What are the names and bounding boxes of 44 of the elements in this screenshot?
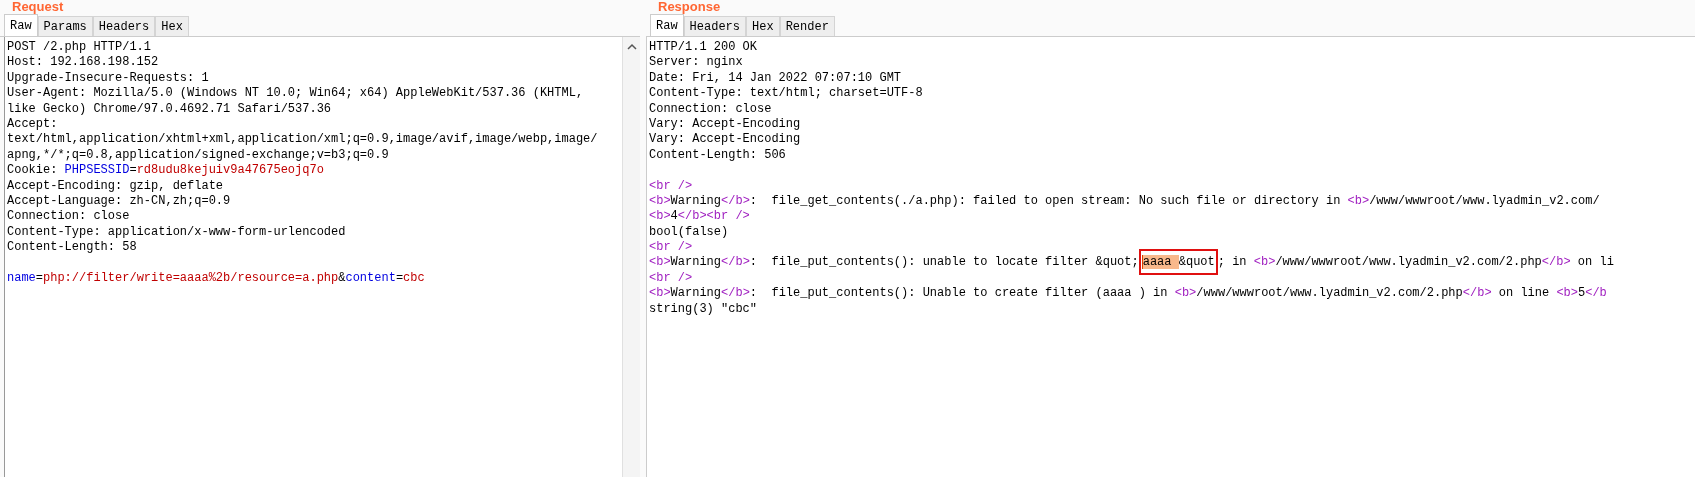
- scrollbar[interactable]: [622, 37, 640, 477]
- code-line: bool(false): [649, 224, 730, 241]
- code-line: Accept-Language: zh-CN,zh;q=0.9: [7, 193, 232, 210]
- code-line: Server: nginx: [649, 55, 744, 71]
- code-line: Upgrade-Insecure-Requests: 1: [7, 70, 210, 87]
- tab[interactable]: Raw: [650, 14, 684, 36]
- code-line: HTTP/1.1 200 OK: [649, 40, 759, 56]
- code-line: Vary: Accept-Encoding: [649, 132, 802, 148]
- code-line: <b>4</b><br />: [649, 209, 751, 225]
- tab[interactable]: Render: [779, 16, 835, 36]
- code-line: POST /2.php HTTP/1.1: [7, 40, 153, 56]
- code-line: Host: 192.168.198.152: [7, 55, 160, 71]
- code-line: Content-Length: 506: [649, 147, 787, 164]
- code-line: <b>Warning</b>: file_put_contents(): unable to locate filter &quot; aaaa &quot ; in <b>/www/wwwroot/www.lyadmin_v2.com/2.php</b> on li: [649, 255, 1615, 271]
- code-line: Content-Length: 58: [7, 240, 138, 256]
- code-line: <br />: [649, 178, 694, 194]
- code-line: <br />: [649, 270, 694, 287]
- code-line: name=php://filter/write=aaaa%2b/resource=a.php&content=cbc: [7, 270, 426, 287]
- code-line: Date: Fri, 14 Jan 2022 07:07:10 GMT: [649, 70, 903, 87]
- code-line: Content-Type: text/html; charset=UTF-8: [649, 86, 924, 102]
- code-line: text/html,application/xhtml+xml,application/xml;q=0.9,image/avif,image/webp,image/: [7, 132, 599, 148]
- code-line: Connection: close: [7, 209, 131, 225]
- code-line: <b>Warning</b>: file_put_contents(): Unable to create filter (aaaa ) in <b>/www/wwwroot/www.lyadmin_v2.com/2.php</b> on line <b>5</b: [649, 286, 1608, 302]
- panel-title: Request: [12, 0, 64, 14]
- code-line: Vary: Accept-Encoding: [649, 116, 802, 133]
- code-line: <b>Warning</b>: file_get_contents(./a.php): failed to open stream: No such file or directory in <b>/www/wwwroot/www.lyadmin_v2.com/: [649, 193, 1601, 210]
- code-line: Connection: close: [649, 101, 773, 117]
- tab[interactable]: Hex: [746, 16, 780, 36]
- tab[interactable]: Hex: [155, 16, 189, 36]
- code-line: Accept:: [7, 116, 59, 133]
- code-line: like Gecko) Chrome/97.0.4692.71 Safari/537.36: [7, 101, 333, 117]
- code-line: <br />: [649, 240, 694, 256]
- code-line: string(3) "cbc": [649, 301, 759, 318]
- tab[interactable]: Params: [37, 16, 93, 36]
- code-line: Cookie: PHPSESSID=rd8udu8kejuiv9a47675eojq7o: [7, 163, 325, 179]
- code-line: Accept-Encoding: gzip, deflate: [7, 178, 225, 194]
- code-line: User-Agent: Mozilla/5.0 (Windows NT 10.0; Win64; x64) AppleWebKit/537.36 (KHTML,: [7, 86, 585, 102]
- tab[interactable]: Headers: [92, 16, 156, 36]
- code-line: Content-Type: application/x-www-form-urlencoded: [7, 224, 347, 241]
- tab[interactable]: Headers: [683, 16, 747, 36]
- panel-title: Response: [658, 0, 721, 14]
- code-line: apng,*/*;q=0.8,application/signed-exchange;v=b3;q=0.9: [7, 147, 390, 164]
- scroll-up-icon[interactable]: [626, 43, 637, 50]
- tab[interactable]: Raw: [4, 14, 38, 36]
